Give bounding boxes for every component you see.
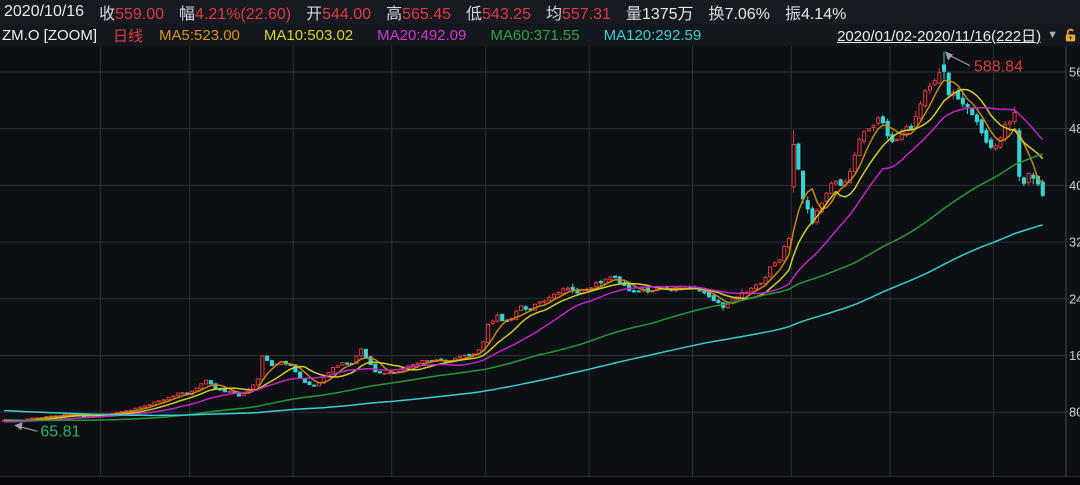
- ma10-line: [3, 88, 1044, 422]
- chart-toolbar: ZM.O [ZOOM] 日线 MA5:523.00 MA10:503.02 MA20…: [0, 24, 1080, 46]
- period-selector[interactable]: 日线: [113, 25, 143, 46]
- price-chart-canvas[interactable]: 588.84 65.81 560 480 400 320 240 160 80: [0, 0, 1080, 485]
- date-range-selector[interactable]: 2020/01/02-2020/11/16(222日): [837, 25, 1041, 46]
- y-axis-tick: 480: [1069, 121, 1080, 136]
- ma-legend-item: MA60:371.55: [490, 26, 580, 44]
- field-value: 4.21%(22.60): [195, 6, 292, 23]
- field-value: 544.00: [322, 6, 372, 23]
- field-value: 543.25: [482, 6, 531, 23]
- ma-legend-item: MA5:523.00: [159, 26, 240, 44]
- scrollbar-track[interactable]: [0, 477, 1080, 485]
- quote-field: 振4.14%: [785, 6, 846, 23]
- quote-fields: 收559.00 幅4.21%(22.60) 开544.00 高565.45 低543.2…: [84, 0, 846, 24]
- low-price-label: 65.81: [40, 423, 80, 440]
- field-label: 低: [466, 6, 483, 23]
- y-axis-tick: 400: [1069, 178, 1080, 193]
- field-label: 收: [99, 6, 116, 23]
- ma60-line: [3, 153, 1043, 422]
- field-label: 开: [306, 6, 323, 23]
- quote-date: 2020/10/16: [4, 3, 85, 20]
- ma-legend-item: MA10:503.02: [263, 26, 354, 44]
- field-value: 557.31: [561, 6, 611, 23]
- y-axis-tick: 560: [1069, 65, 1080, 80]
- quote-field: 量1375万: [626, 6, 694, 23]
- y-axis-labels: 560 480 400 320 240 160 80: [1069, 65, 1080, 420]
- field-value: 1375万: [641, 6, 694, 23]
- field-label: 高: [386, 6, 403, 23]
- quote-field: 高565.45: [386, 6, 451, 23]
- ma-legend: MA5:523.00 MA10:503.02 MA20:492.09 MA60:371…: [159, 27, 725, 44]
- y-axis-tick: 240: [1069, 291, 1080, 306]
- y-axis-tick: 320: [1069, 235, 1080, 250]
- quote-field: 低543.25: [466, 6, 531, 23]
- high-price-label: 588.84: [974, 59, 1023, 76]
- y-axis-tick: 160: [1069, 348, 1080, 363]
- field-label: 均: [545, 6, 562, 23]
- stock-app-window: 588.84 65.81 560 480 400 320 240 160 80 2020/10/…: [0, 0, 1080, 485]
- extreme-markers: 588.84 65.81: [14, 51, 1023, 440]
- field-value: 7.06%: [724, 6, 770, 23]
- field-value: 559.00: [115, 6, 165, 23]
- ma-legend-item: MA120:292.59: [603, 26, 702, 44]
- quote-field: 幅4.21%(22.60): [179, 6, 291, 23]
- field-value: 565.45: [402, 6, 452, 23]
- y-axis-tick: 80: [1069, 405, 1080, 420]
- quote-field: 均557.31: [546, 6, 611, 23]
- quote-bar: 2020/10/16 收559.00 幅4.21%(22.60) 开544.00 高5…: [0, 0, 1080, 24]
- lock-icon[interactable]: [1063, 27, 1078, 43]
- dropdown-arrow-icon[interactable]: ▼: [1047, 29, 1058, 41]
- symbol-label: ZM.O [ZOOM]: [2, 26, 97, 44]
- field-label: 量: [625, 6, 642, 23]
- quote-field: 收559.00: [99, 6, 164, 23]
- quote-field: 换7.06%: [709, 6, 770, 23]
- ma20-line: [3, 107, 1044, 423]
- field-label: 换: [708, 6, 725, 23]
- quote-field: 开544.00: [306, 6, 371, 23]
- field-label: 振: [784, 6, 801, 23]
- ma-legend-item: MA20:492.09: [377, 26, 467, 44]
- gridlines: [0, 46, 1080, 478]
- candles-layer[interactable]: [2, 51, 1045, 423]
- field-label: 幅: [179, 6, 196, 23]
- field-value: 4.14%: [800, 6, 847, 23]
